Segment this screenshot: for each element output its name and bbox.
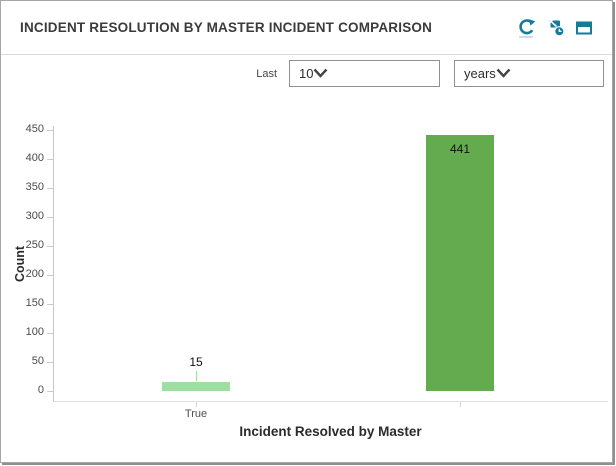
- bar-label-connector: [196, 371, 197, 381]
- x-axis-title: Incident Resolved by Master: [53, 424, 608, 439]
- y-tick-dash: [47, 130, 53, 131]
- y-tick-label: 100: [1, 326, 44, 338]
- y-axis-line: [53, 126, 54, 402]
- bar-value-label: 15: [156, 355, 236, 369]
- y-tick-dash: [47, 188, 53, 189]
- y-tick-label: 50: [1, 355, 44, 367]
- y-tick-dash: [47, 275, 53, 276]
- chart-bar-series-1[interactable]: [426, 135, 494, 391]
- y-tick-dash: [47, 304, 53, 305]
- y-tick-label: 350: [1, 181, 44, 193]
- bar-value-label: 441: [420, 142, 500, 156]
- y-tick-dash: [47, 246, 53, 247]
- bar-chart: Count Incident Resolved by Master 050100…: [1, 1, 613, 463]
- y-tick-label: 200: [1, 268, 44, 280]
- x-tick-label: True: [156, 408, 236, 420]
- x-axis-line: [53, 401, 608, 402]
- y-tick-label: 450: [1, 123, 44, 135]
- y-tick-label: 400: [1, 152, 44, 164]
- y-tick-dash: [47, 362, 53, 363]
- chart-bar-True[interactable]: [162, 382, 230, 391]
- y-tick-label: 0: [1, 384, 44, 396]
- y-tick-label: 300: [1, 210, 44, 222]
- y-tick-label: 150: [1, 297, 44, 309]
- report-widget: INCIDENT RESOLUTION BY MASTER INCIDENT C…: [0, 0, 613, 463]
- y-tick-dash: [47, 217, 53, 218]
- x-tick-dash: [196, 402, 197, 407]
- y-tick-label: 250: [1, 239, 44, 251]
- x-tick-dash: [460, 402, 461, 407]
- y-tick-dash: [47, 333, 53, 334]
- y-tick-dash: [47, 159, 53, 160]
- y-tick-dash: [47, 391, 53, 392]
